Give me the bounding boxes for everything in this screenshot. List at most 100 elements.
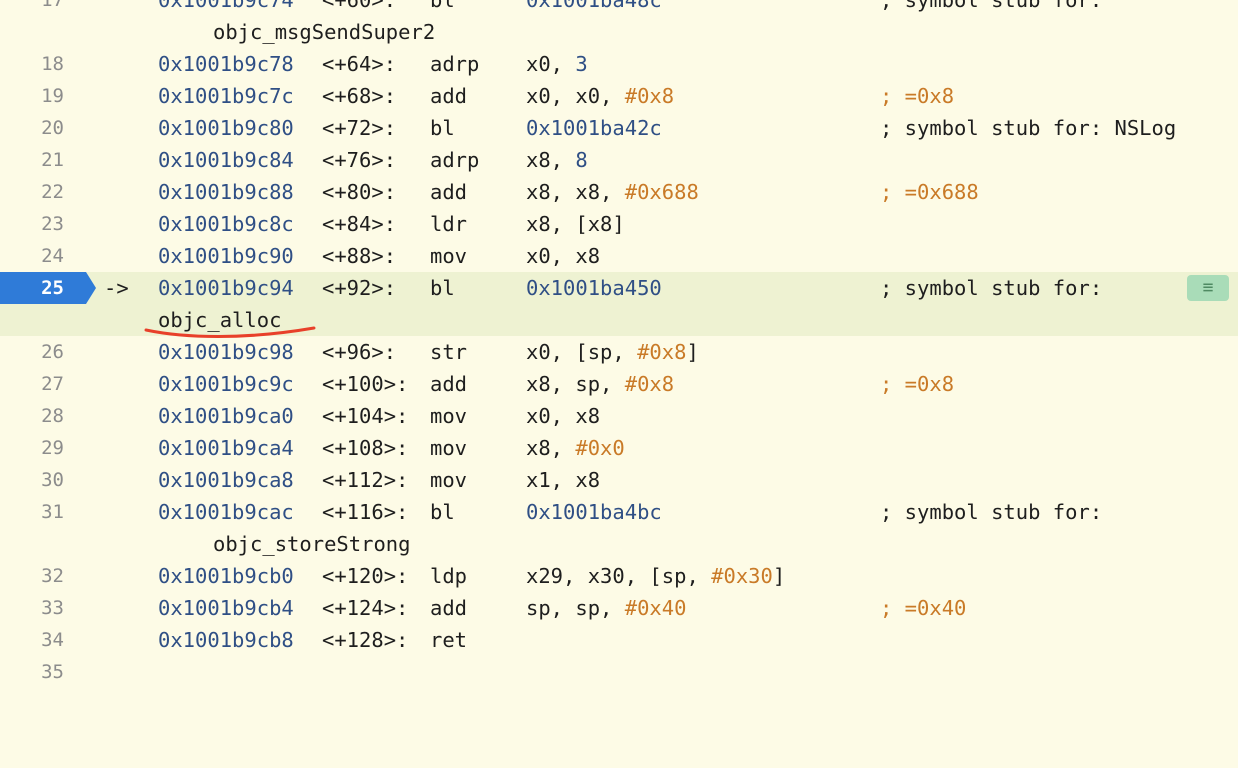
code-line[interactable]: 34 0x1001b9cb8 <+128>: ret: [0, 624, 1238, 656]
operand-token: x8, x8,: [526, 180, 625, 204]
code-line-continuation: objc_storeStrong: [0, 528, 1238, 560]
line-number[interactable]: 34: [0, 624, 64, 656]
symbol-name: objc_storeStrong: [213, 532, 411, 556]
code-line[interactable]: 17 0x1001b9c74 <+60>: bl 0x1001ba48c ; symbol…: [0, 0, 1238, 16]
instruction-offset: <+128>:: [322, 628, 409, 652]
instruction-address: 0x1001b9c80: [158, 116, 294, 140]
instruction-mnemonic: mov: [430, 404, 468, 428]
instruction-operands: 0x1001ba42c: [526, 112, 662, 144]
operand-token: x1, x8: [526, 468, 601, 492]
code-line[interactable]: 24 0x1001b9c90 <+88>: mov x0, x8: [0, 240, 1238, 272]
menu-lines-icon[interactable]: ≡: [1187, 275, 1229, 301]
operand-token: 0x1001ba4bc: [526, 500, 662, 524]
breakpoint-marker[interactable]: 25: [0, 272, 96, 304]
operand-token: 0x1001ba48c: [526, 0, 662, 12]
instruction-operands: x8, 8: [526, 144, 588, 176]
line-number: 25: [41, 277, 64, 299]
instruction-mnemonic: mov: [430, 468, 468, 492]
instruction-mnemonic: ldr: [430, 212, 468, 236]
operand-token: x0, x8: [526, 244, 601, 268]
instruction-comment: ; =0x40: [880, 596, 967, 620]
instruction-comment: ; symbol stub for: NSLog: [880, 116, 1177, 140]
line-number[interactable]: 22: [0, 176, 64, 208]
instruction-operands: x8, x8, #0x688: [526, 176, 699, 208]
instruction-operands: sp, sp, #0x40: [526, 592, 686, 624]
symbol-name: objc_msgSendSuper2: [213, 20, 436, 44]
code-line[interactable]: 31 0x1001b9cac <+116>: bl 0x1001ba4bc ; symbo…: [0, 496, 1238, 528]
line-number[interactable]: 20: [0, 112, 64, 144]
instruction-mnemonic: adrp: [430, 52, 480, 76]
instruction-address: 0x1001b9c9c: [158, 372, 294, 396]
code-line[interactable]: 29 0x1001b9ca4 <+108>: mov x8, #0x0: [0, 432, 1238, 464]
line-number[interactable]: 21: [0, 144, 64, 176]
operand-token: #0x688: [624, 180, 699, 204]
operand-token: #0x0: [575, 436, 625, 460]
operand-token: x0,: [526, 52, 576, 76]
code-line[interactable]: 28 0x1001b9ca0 <+104>: mov x0, x8: [0, 400, 1238, 432]
breakpoint-tip: [86, 272, 96, 304]
line-number[interactable]: 31: [0, 496, 64, 528]
operand-token: x8,: [526, 148, 576, 172]
instruction-offset: <+60>:: [322, 0, 397, 12]
instruction-comment: ; =0x688: [880, 180, 979, 204]
instruction-comment: ; symbol stub for:: [880, 276, 1103, 300]
instruction-comment: ; =0x8: [880, 84, 955, 108]
instruction-operands: x8, #0x0: [526, 432, 625, 464]
line-number[interactable]: 29: [0, 432, 64, 464]
line-number[interactable]: 35: [0, 656, 64, 688]
instruction-mnemonic: bl: [430, 276, 455, 300]
instruction-mnemonic: add: [430, 372, 468, 396]
instruction-address: 0x1001b9c88: [158, 180, 294, 204]
code-line[interactable]: 32 0x1001b9cb0 <+120>: ldp x29, x30, [sp, #0…: [0, 560, 1238, 592]
code-line[interactable]: 18 0x1001b9c78 <+64>: adrp x0, 3: [0, 48, 1238, 80]
line-number[interactable]: 23: [0, 208, 64, 240]
operand-token: x0, [sp,: [526, 340, 638, 364]
code-line[interactable]: 23 0x1001b9c8c <+84>: ldr x8, [x8]: [0, 208, 1238, 240]
instruction-mnemonic: adrp: [430, 148, 480, 172]
instruction-mnemonic: bl: [430, 0, 455, 12]
code-line[interactable]: 33 0x1001b9cb4 <+124>: add sp, sp, #0x40 ; =0…: [0, 592, 1238, 624]
instruction-operands: x0, x0, #0x8: [526, 80, 674, 112]
code-line[interactable]: 27 0x1001b9c9c <+100>: add x8, sp, #0x8 ; =0x…: [0, 368, 1238, 400]
line-number[interactable]: 32: [0, 560, 64, 592]
instruction-operands: x8, [x8]: [526, 208, 625, 240]
instruction-offset: <+88>:: [322, 244, 397, 268]
instruction-operands: x1, x8: [526, 464, 600, 496]
operand-token: 8: [575, 148, 588, 172]
line-number[interactable]: 19: [0, 80, 64, 112]
instruction-address: 0x1001b9cb0: [158, 564, 294, 588]
instruction-address: 0x1001b9c94: [158, 276, 294, 300]
code-line[interactable]: 20 0x1001b9c80 <+72>: bl 0x1001ba42c ; symbol…: [0, 112, 1238, 144]
line-number[interactable]: 28: [0, 400, 64, 432]
code-line[interactable]: 25 -> 0x1001b9c94 <+92>: bl 0x1001ba450 ; symb…: [0, 272, 1238, 304]
code-line[interactable]: 19 0x1001b9c7c <+68>: add x0, x0, #0x8 ; =0x8: [0, 80, 1238, 112]
line-number[interactable]: 30: [0, 464, 64, 496]
code-line[interactable]: 35: [0, 656, 1238, 688]
line-number[interactable]: 33: [0, 592, 64, 624]
instruction-offset: <+100>:: [322, 372, 409, 396]
instruction-address: 0x1001b9c74: [158, 0, 294, 12]
operand-token: 3: [575, 52, 588, 76]
instruction-comment: ; symbol stub for:: [880, 0, 1103, 12]
line-number[interactable]: 27: [0, 368, 64, 400]
instruction-operands: x0, [sp, #0x8]: [526, 336, 699, 368]
instruction-address: 0x1001b9c84: [158, 148, 294, 172]
line-number[interactable]: 24: [0, 240, 64, 272]
code-line[interactable]: 21 0x1001b9c84 <+76>: adrp x8, 8: [0, 144, 1238, 176]
instruction-mnemonic: str: [430, 340, 468, 364]
instruction-offset: <+80>:: [322, 180, 397, 204]
disassembly-view: 17 0x1001b9c74 <+60>: bl 0x1001ba48c ; symbol…: [0, 0, 1238, 768]
operand-token: ]: [686, 340, 699, 364]
code-line[interactable]: 22 0x1001b9c88 <+80>: add x8, x8, #0x688 ; =0…: [0, 176, 1238, 208]
instruction-address: 0x1001b9ca4: [158, 436, 294, 460]
code-line[interactable]: 30 0x1001b9ca8 <+112>: mov x1, x8: [0, 464, 1238, 496]
line-number[interactable]: 26: [0, 336, 64, 368]
operand-token: ]: [772, 564, 786, 588]
instruction-offset: <+116>:: [322, 500, 409, 524]
line-number[interactable]: 18: [0, 48, 64, 80]
instruction-operands: 0x1001ba450: [526, 272, 662, 304]
line-number[interactable]: 17: [0, 0, 64, 16]
instruction-offset: <+72>:: [322, 116, 397, 140]
instruction-address: 0x1001b9c90: [158, 244, 294, 268]
operand-token: #0x8: [624, 372, 675, 396]
